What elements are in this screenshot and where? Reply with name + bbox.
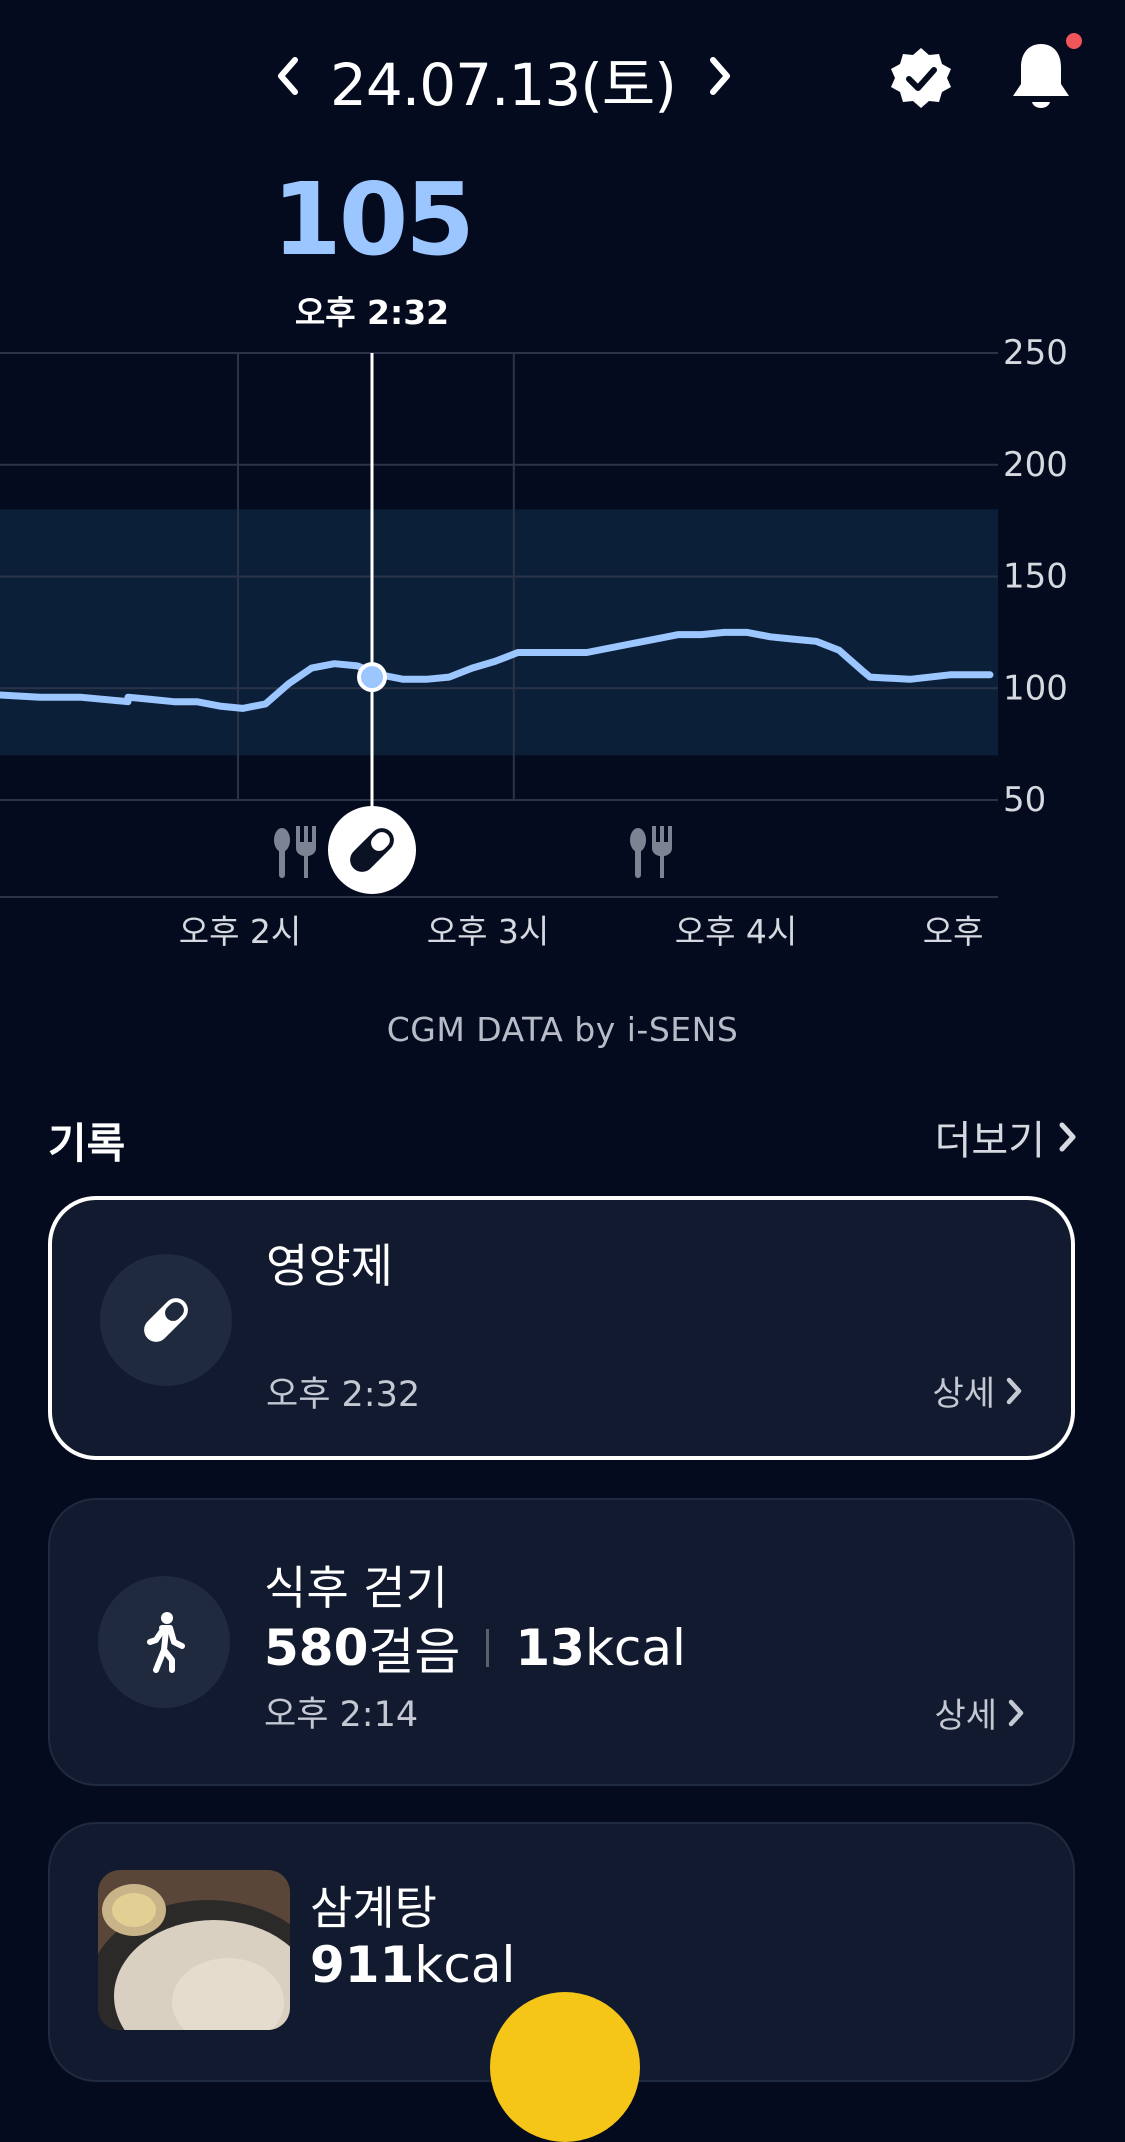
y-tick-label: 200	[1003, 445, 1068, 485]
kcal-value: 13	[515, 1619, 585, 1677]
fork-knife-icon[interactable]	[274, 826, 316, 878]
chevron-right-icon	[710, 57, 730, 95]
chevron-right-icon	[1006, 1377, 1022, 1404]
floating-action-button[interactable]	[490, 1992, 640, 2142]
record-stats: 911 kcal	[310, 1936, 515, 1994]
record-title: 삼계탕	[310, 1881, 437, 1935]
chevron-right-icon	[1008, 1699, 1024, 1726]
kcal-unit: kcal	[414, 1936, 516, 1994]
selected-point	[357, 662, 387, 693]
fork-knife-icon[interactable]	[630, 826, 672, 878]
x-label-clip	[990, 905, 1125, 955]
cgm-credit: CGM DATA by i-SENS	[386, 1010, 739, 1049]
divider	[486, 1629, 490, 1667]
record-card-walking[interactable]: 식후 걷기 580 걸음 13 kcal 오후 2:14 상세	[48, 1498, 1075, 1786]
record-card-supplement[interactable]: 영양제 오후 2:32 상세	[48, 1196, 1075, 1460]
record-icon	[100, 1254, 232, 1386]
more-button[interactable]: 더보기	[935, 1108, 1077, 1166]
record-title: 식후 걷기	[264, 1561, 448, 1615]
next-date-button[interactable]	[696, 52, 744, 100]
y-tick-label: 250	[1003, 333, 1068, 373]
record-time: 오후 2:32	[266, 1375, 421, 1415]
x-tick-label: 오후 2시	[179, 912, 302, 951]
chevron-right-icon	[1059, 1122, 1076, 1152]
record-icon	[98, 1576, 230, 1708]
x-tick-label: 오후 3시	[427, 912, 550, 951]
y-tick-label: 50	[1003, 780, 1046, 820]
steps-value: 580	[264, 1619, 369, 1677]
prev-date-button[interactable]	[264, 52, 312, 100]
records-title: 기록	[48, 1119, 126, 1168]
notification-dot	[1066, 33, 1082, 49]
detail-label: 상세	[932, 1374, 995, 1414]
food-photo	[98, 1870, 290, 2030]
glucose-reading: 105	[272, 161, 475, 278]
glucose-chart[interactable]: 25020015010050오후 2시 오후 3시 오후 4시 오후 5시	[0, 320, 1125, 960]
walking-icon	[147, 1612, 185, 1673]
record-stats: 580 걸음 13 kcal	[264, 1612, 686, 1684]
notifications-button[interactable]	[1008, 40, 1074, 118]
detail-label: 상세	[934, 1696, 997, 1736]
x-tick-label: 오후 4시	[675, 912, 798, 951]
pill-icon	[144, 1298, 188, 1342]
kcal-value: 911	[310, 1936, 415, 1994]
verified-button[interactable]	[889, 46, 953, 114]
detail-button[interactable]: 상세	[932, 1366, 1023, 1415]
target-range-band	[0, 509, 998, 756]
detail-button[interactable]: 상세	[934, 1688, 1025, 1737]
steps-unit: 걸음	[368, 1623, 461, 1681]
chevron-left-icon	[278, 57, 298, 95]
record-card-meal[interactable]: 삼계탕 911 kcal	[48, 1822, 1075, 2142]
kcal-unit: kcal	[584, 1619, 686, 1677]
more-label: 더보기	[934, 1118, 1045, 1164]
record-time: 오후 2:14	[264, 1695, 419, 1735]
verified-badge-icon	[891, 48, 951, 108]
y-tick-label: 100	[1003, 668, 1068, 708]
record-title: 영양제	[266, 1239, 393, 1293]
y-tick-label: 150	[1003, 557, 1068, 597]
bell-icon	[1013, 44, 1069, 108]
current-date[interactable]: 24.07.13(토)	[330, 38, 677, 122]
